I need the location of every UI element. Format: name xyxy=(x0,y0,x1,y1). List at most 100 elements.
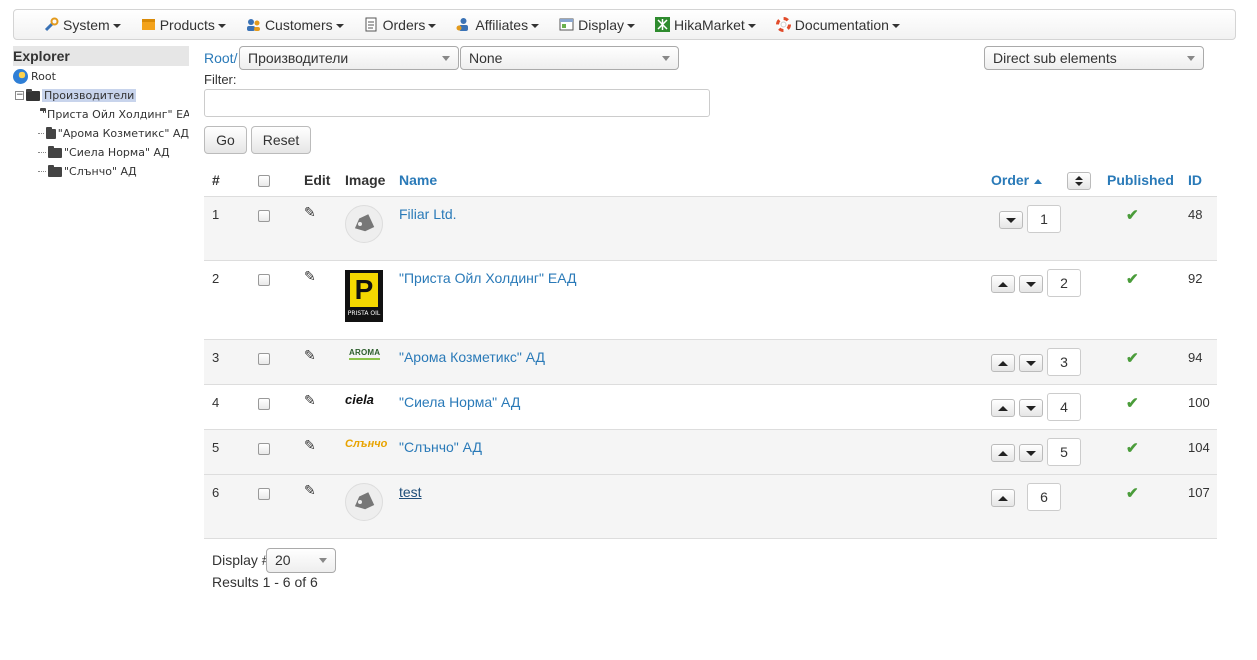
prista-logo-caption: PRISTA OIL xyxy=(347,310,381,317)
tree-child[interactable]: "Приста Ойл Холдинг" ЕАД xyxy=(13,105,189,124)
row-id: 92 xyxy=(1188,271,1203,286)
menu-display[interactable]: Display xyxy=(559,17,635,33)
chevron-up-icon xyxy=(998,281,1008,287)
move-up-button[interactable] xyxy=(991,399,1015,417)
manufacturer-name-link[interactable]: test xyxy=(399,484,422,500)
row-checkbox[interactable] xyxy=(258,443,270,455)
dropdown-arrow-icon xyxy=(1187,56,1195,61)
header-order-sort[interactable]: Order xyxy=(991,172,1043,188)
tag-image-icon xyxy=(345,205,383,243)
menu-hikamarket[interactable]: HikaMarket xyxy=(655,17,756,33)
move-up-button[interactable] xyxy=(991,489,1015,507)
manufacturer-name-link[interactable]: "Арома Козметикс" АД xyxy=(399,349,545,365)
row-checkbox[interactable] xyxy=(258,398,270,410)
published-check-icon[interactable]: ✔ xyxy=(1126,349,1139,367)
tree-child[interactable]: "Сиела Норма" АД xyxy=(13,143,189,162)
filter-label: Filter: xyxy=(204,72,237,87)
chevron-down-icon xyxy=(428,23,437,28)
manufacturer-name-link[interactable]: "Сиела Норма" АД xyxy=(399,394,520,410)
globe-icon xyxy=(13,69,28,84)
row-checkbox[interactable] xyxy=(258,274,270,286)
go-button[interactable]: Go xyxy=(204,126,247,154)
menu-affiliates[interactable]: Affiliates xyxy=(456,17,540,33)
tree-child[interactable]: "Слънчо" АД xyxy=(13,162,189,181)
move-down-button[interactable] xyxy=(1019,275,1043,293)
order-input[interactable]: 5 xyxy=(1047,438,1081,466)
published-check-icon[interactable]: ✔ xyxy=(1126,439,1139,457)
filter-input[interactable] xyxy=(204,89,710,117)
folder-icon xyxy=(45,126,56,139)
tree-child[interactable]: "Арома Козметикс" АД xyxy=(13,124,189,143)
edit-pencil-icon[interactable]: ✎ xyxy=(304,482,316,499)
header-published-sort[interactable]: Published xyxy=(1107,172,1174,188)
tree-root[interactable]: Root xyxy=(13,67,189,86)
move-down-button[interactable] xyxy=(1019,399,1043,417)
row-number: 5 xyxy=(212,440,220,455)
category-select-value: Производители xyxy=(248,50,349,66)
order-input[interactable]: 3 xyxy=(1047,348,1081,376)
chevron-down-icon xyxy=(531,23,540,28)
published-check-icon[interactable]: ✔ xyxy=(1126,206,1139,224)
edit-pencil-icon[interactable]: ✎ xyxy=(304,204,316,221)
select-all-checkbox[interactable] xyxy=(258,175,270,187)
tree-child-label: "Слънчо" АД xyxy=(64,165,137,178)
manufacturer-name-link[interactable]: "Приста Ойл Холдинг" ЕАД xyxy=(399,270,576,286)
edit-pencil-icon[interactable]: ✎ xyxy=(304,347,316,364)
row-id: 107 xyxy=(1188,485,1210,500)
display-limit-value: 20 xyxy=(275,552,291,568)
order-input[interactable]: 2 xyxy=(1047,269,1081,297)
menu-customers[interactable]: Customers xyxy=(246,17,344,33)
menu-products[interactable]: Products xyxy=(141,17,226,33)
manufacturer-name-link[interactable]: Filiar Ltd. xyxy=(399,206,457,222)
row-number: 3 xyxy=(212,350,220,365)
edit-pencil-icon[interactable]: ✎ xyxy=(304,268,316,285)
folder-icon xyxy=(48,145,62,158)
aroma-logo: AROMA xyxy=(349,348,381,360)
scope-select[interactable]: Direct sub elements xyxy=(984,46,1204,70)
dropdown-arrow-icon xyxy=(319,558,327,563)
tree-selected-label: Производители xyxy=(42,89,137,102)
menu-orders[interactable]: Orders xyxy=(364,17,437,33)
published-check-icon[interactable]: ✔ xyxy=(1126,270,1139,288)
header-id-sort[interactable]: ID xyxy=(1188,172,1202,188)
order-input[interactable]: 1 xyxy=(1027,205,1061,233)
tree-child-label: "Приста Ойл Холдинг" ЕАД xyxy=(42,108,189,121)
dropdown-arrow-icon xyxy=(442,56,450,61)
menu-system[interactable]: System xyxy=(44,17,121,33)
chevron-down-icon xyxy=(112,23,121,28)
chevron-down-icon xyxy=(1026,450,1036,456)
header-image: Image xyxy=(345,172,386,188)
results-count: Results 1 - 6 of 6 xyxy=(212,574,318,590)
manufacturer-name-link[interactable]: "Слънчо" АД xyxy=(399,439,482,455)
row-number: 2 xyxy=(212,271,220,286)
menu-documentation-label: Documentation xyxy=(794,16,889,33)
category-select[interactable]: Производители xyxy=(239,46,459,70)
move-down-button[interactable] xyxy=(1019,354,1043,372)
published-check-icon[interactable]: ✔ xyxy=(1126,484,1139,502)
row-checkbox[interactable] xyxy=(258,353,270,365)
header-name-sort[interactable]: Name xyxy=(399,172,437,188)
display-limit-select[interactable]: 20 xyxy=(266,548,336,573)
collapse-icon[interactable]: − xyxy=(15,91,24,100)
row-checkbox[interactable] xyxy=(258,488,270,500)
published-check-icon[interactable]: ✔ xyxy=(1126,394,1139,412)
box-icon xyxy=(141,17,156,32)
edit-pencil-icon[interactable]: ✎ xyxy=(304,392,316,409)
root-breadcrumb-link[interactable]: Root/ xyxy=(204,50,237,66)
chevron-up-icon xyxy=(998,405,1008,411)
chevron-up-icon xyxy=(998,450,1008,456)
move-up-button[interactable] xyxy=(991,444,1015,462)
move-down-button[interactable] xyxy=(1019,444,1043,462)
menu-documentation[interactable]: Documentation xyxy=(775,16,900,33)
order-input[interactable]: 6 xyxy=(1027,483,1061,511)
save-order-button[interactable] xyxy=(1067,172,1091,190)
row-checkbox[interactable] xyxy=(258,210,270,222)
reset-button[interactable]: Reset xyxy=(251,126,311,154)
edit-pencil-icon[interactable]: ✎ xyxy=(304,437,316,454)
tree-item-selected[interactable]: − Производители xyxy=(13,86,189,105)
move-up-button[interactable] xyxy=(991,354,1015,372)
order-input[interactable]: 4 xyxy=(1047,393,1081,421)
move-up-button[interactable] xyxy=(991,275,1015,293)
move-down-button[interactable] xyxy=(999,211,1023,229)
secondary-select[interactable]: None xyxy=(460,46,679,70)
